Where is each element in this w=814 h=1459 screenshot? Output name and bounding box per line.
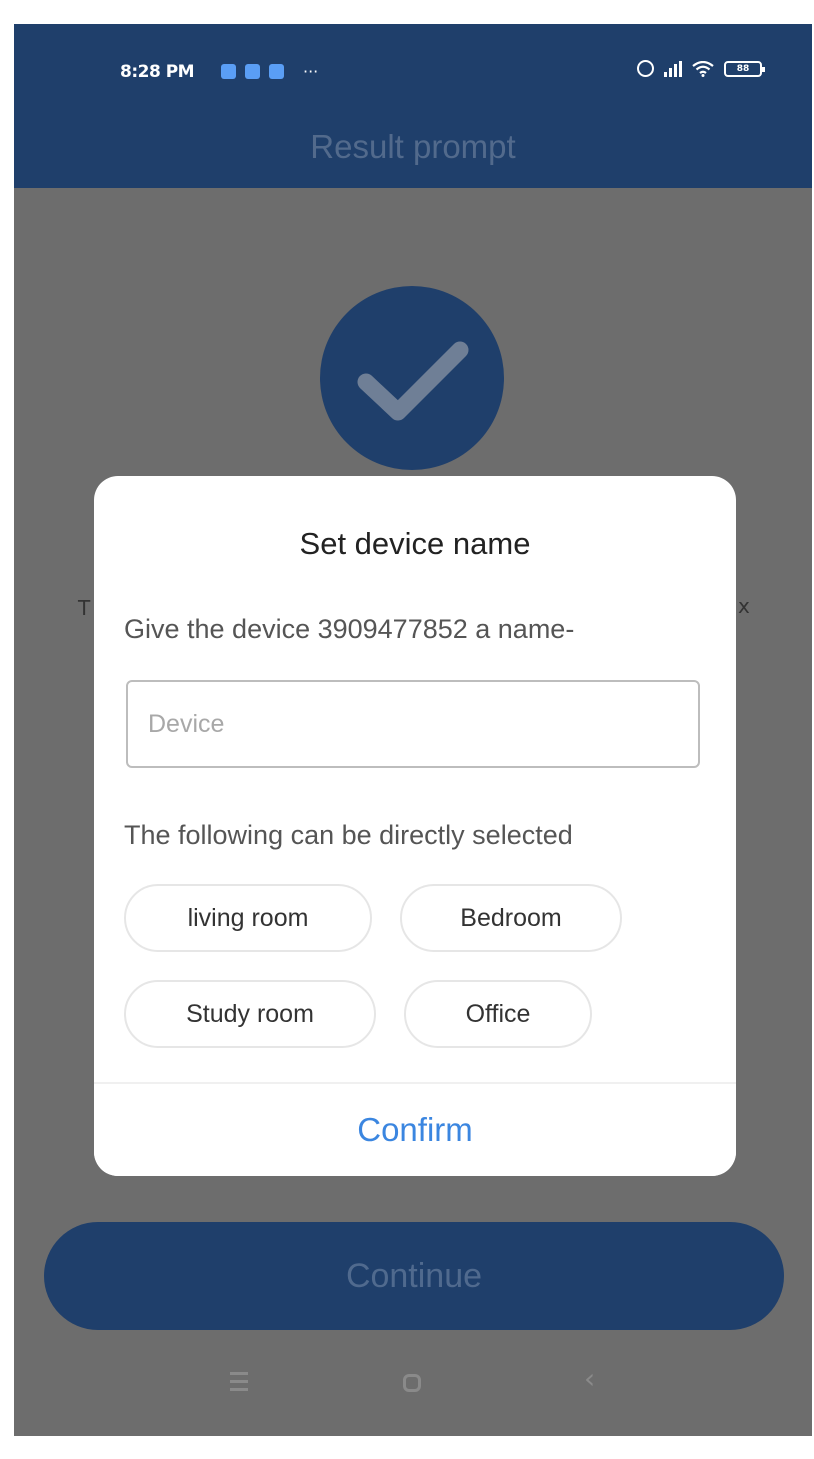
continue-button[interactable]: Continue	[44, 1222, 784, 1330]
confirm-button[interactable]: Confirm	[94, 1084, 736, 1176]
alarm-icon	[637, 60, 654, 77]
app-bar: 8:28 PM ··· 88 Result prompt	[14, 24, 812, 188]
system-nav-bar: ‹	[14, 1354, 812, 1424]
phone-screen: 8:28 PM ··· 88 Result prompt T x Continu…	[14, 24, 812, 1436]
checkmark-icon	[357, 341, 469, 421]
background-text-fragment: T	[78, 596, 91, 620]
background-text-fragment: x	[738, 594, 750, 618]
menu-icon[interactable]	[230, 1372, 248, 1396]
home-icon[interactable]	[403, 1374, 421, 1392]
device-name-input[interactable]	[126, 680, 700, 768]
notification-icon	[221, 64, 236, 79]
signal-icon	[664, 60, 682, 77]
suggestions-label: The following can be directly selected	[124, 820, 573, 850]
notification-icon	[245, 64, 260, 79]
more-notifications-icon: ···	[303, 61, 319, 81]
suggestion-chip-bedroom[interactable]: Bedroom	[400, 884, 622, 952]
wifi-icon	[692, 60, 714, 77]
suggestion-chip-living-room[interactable]: living room	[124, 884, 372, 952]
back-icon[interactable]: ‹	[584, 1362, 595, 1395]
battery-icon: 88	[724, 60, 765, 77]
notification-icon	[269, 64, 284, 79]
suggestion-chip-study-room[interactable]: Study room	[124, 980, 376, 1048]
suggestion-chip-office[interactable]: Office	[404, 980, 592, 1048]
dialog-prompt: Give the device 3909477852 a name-	[124, 614, 575, 644]
dialog-title: Set device name	[299, 526, 531, 561]
page-title: Result prompt	[310, 128, 516, 165]
set-device-name-dialog: Set device name Give the device 39094778…	[94, 476, 736, 1176]
success-badge	[320, 286, 504, 470]
notification-icons: ···	[221, 61, 319, 81]
system-icons: 88	[637, 60, 765, 77]
status-time: 8:28 PM	[120, 62, 195, 82]
